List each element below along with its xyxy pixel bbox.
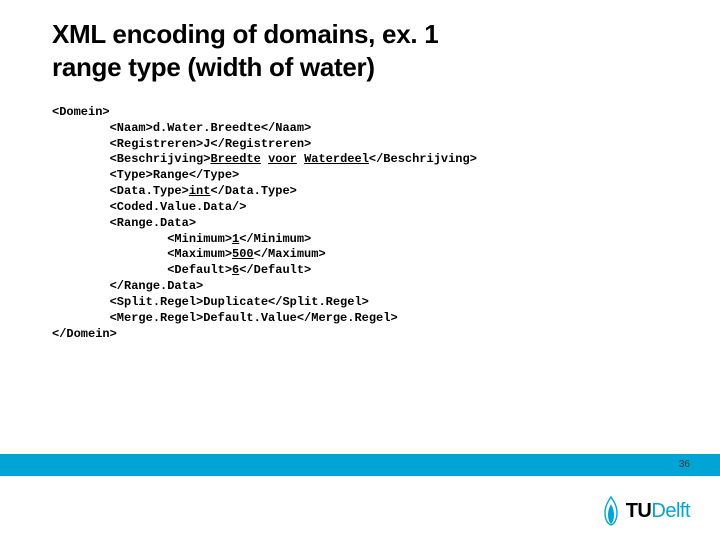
code-underline: int [189, 184, 211, 198]
slide-title: XML encoding of domains, ex. 1 range typ… [0, 0, 720, 83]
logo-tu: TU [626, 500, 652, 522]
logo-delft: Delft [651, 500, 690, 522]
code-text: </Default> [239, 263, 311, 277]
code-text [261, 152, 268, 166]
code-line: <Naam>d. [52, 121, 167, 135]
code-line: </Range.Data> [52, 279, 203, 293]
code-underline: 500 [232, 247, 254, 261]
code-text: </Data.Type> [210, 184, 296, 198]
title-line-2: range type (width of water) [52, 52, 375, 82]
code-line: <Split.Regel>Duplicate</Split.Regel> [52, 295, 369, 309]
code-line: <Range.Data> [52, 216, 196, 230]
code-line: <Maximum> [52, 247, 232, 261]
code-underline: voor [268, 152, 297, 166]
title-line-1: XML encoding of domains, ex. 1 [52, 19, 438, 49]
code-text: Water. [167, 121, 210, 135]
code-underline: Waterdeel [304, 152, 369, 166]
code-text: </Beschrijving> [369, 152, 477, 166]
code-text [297, 152, 304, 166]
xml-code-block: <Domein> <Naam>d.Water.Breedte</Naam> <R… [0, 83, 720, 342]
footer-bar [0, 454, 720, 476]
code-text: </Minimum> [239, 232, 311, 246]
code-line: <Beschrijving> [52, 152, 210, 166]
code-underline: Breedte [210, 152, 260, 166]
code-text: </Maximum> [254, 247, 326, 261]
code-line: <Registreren>J</Registreren> [52, 137, 311, 151]
code-line: <Default> [52, 263, 232, 277]
code-text: Breedte</Naam> [210, 121, 311, 135]
code-line: </Domein> [52, 327, 117, 341]
slide: XML encoding of domains, ex. 1 range typ… [0, 0, 720, 540]
page-number: 36 [679, 459, 690, 470]
tudelft-logo: TUDelft [602, 496, 690, 526]
flame-icon [602, 496, 620, 526]
code-line: <Coded.Value.Data/> [52, 200, 246, 214]
logo-text: TUDelft [626, 500, 690, 523]
code-line: <Minimum> [52, 232, 232, 246]
code-line: <Type>Range</Type> [52, 168, 239, 182]
code-line: <Domein> [52, 105, 110, 119]
code-line: <Merge.Regel>Default.Value</Merge.Regel> [52, 311, 398, 325]
code-line: <Data.Type> [52, 184, 189, 198]
